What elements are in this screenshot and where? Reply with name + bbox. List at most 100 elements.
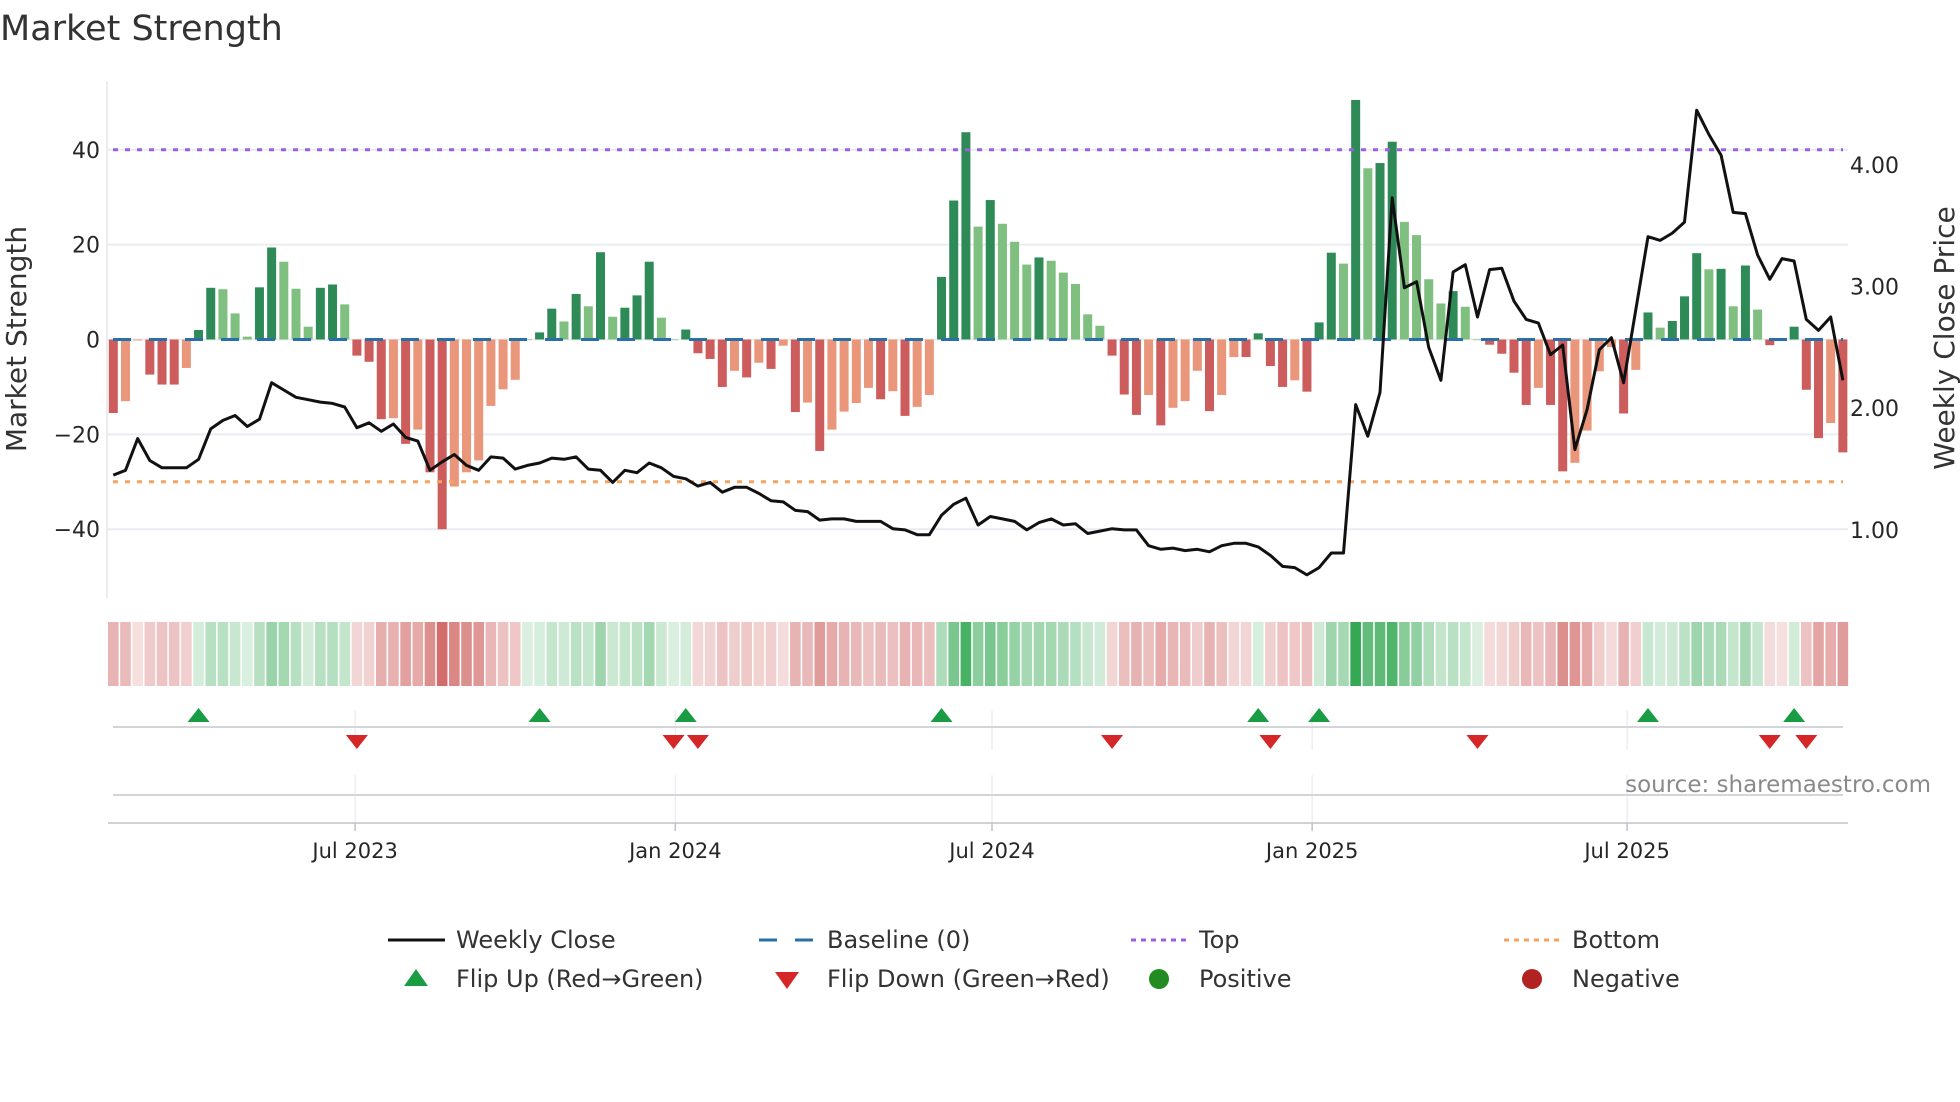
strength-bar [1375,163,1385,340]
left-tick-label: −40 [54,518,100,543]
strength-bar [315,287,325,340]
strength-bar [876,339,886,400]
strength-bar [1241,339,1251,358]
strength-bar [108,339,118,414]
strength-bar [1058,272,1068,340]
strip-cell [144,622,156,686]
strip-cell [704,622,716,686]
strength-bar [961,132,971,340]
strip-cell [388,622,399,686]
strip-cell [1252,622,1264,686]
strength-bar [498,339,508,390]
flip-up-marker [674,708,697,722]
strip-cell [315,622,326,686]
strip-cell [485,622,497,686]
strength-bar [571,293,581,340]
strength-bar [1692,253,1702,340]
strength-bar [279,261,289,340]
strength-bar [803,339,813,403]
strip-cell [583,622,594,686]
strength-bar [535,332,545,340]
flip-up-marker [1247,708,1270,722]
strength-bar [169,339,179,385]
main-plot-area: −40 −20 0 20 40 1.00 2.00 3.00 4.00 Market Stre… [0,81,1960,598]
market-strength-chart: Market Strength −40 −20 0 20 40 1.00 2.00 3.00… [0,9,1960,993]
strip-cell [765,622,777,686]
strip-cell [400,622,411,686]
strip-cell [1606,622,1617,686]
strength-bar [133,339,143,341]
strip-cell [1776,622,1788,686]
strip-cell [1326,622,1337,686]
strip-cell [1070,622,1081,686]
strength-bar [620,307,630,340]
strip-cell [522,622,533,686]
strip-cell [254,622,265,686]
strength-bar [1010,241,1020,340]
strength-bar [583,306,593,340]
x-axis-ticks: Jul 2023 Jan 2024 Jul 2024 Jan 2025 Jul 2025 [310,823,1670,863]
strip-cell [814,622,826,686]
strip-cell [936,622,947,686]
x-tick-label: Jul 2024 [947,839,1034,863]
strip-cell [363,622,375,686]
strength-bar [949,200,959,340]
strip-cell [1216,622,1227,686]
strength-bar [1107,339,1117,356]
strip-cell [1106,622,1118,686]
strip-cell [850,622,862,686]
strip-cell [1618,622,1629,686]
x-tick-label: Jan 2024 [627,839,722,863]
strip-cell [984,622,996,686]
legend-label: Baseline (0) [827,926,970,954]
left-axis-ticks: −40 −20 0 20 40 [54,139,100,543]
circle-negative-icon [1522,969,1542,989]
legend-label: Top [1198,926,1240,954]
strength-bar [839,339,849,412]
strip-cell [875,622,886,686]
strength-bar [729,339,739,371]
strength-bar [1265,339,1275,367]
legend-item-triangle-down: Flip Down (Green→Red) [775,965,1110,993]
right-axis-label: Weekly Close Price [1928,206,1960,469]
strip-cell [461,622,472,686]
strip-cell [424,622,436,686]
strength-bar [474,339,484,461]
strength-bar [937,276,947,340]
strength-bar [1801,339,1811,390]
strength-bar [1302,339,1312,392]
strength-bar [267,247,277,340]
strip-cell [290,622,302,686]
strip-cell [1533,622,1544,686]
strength-bar [1789,326,1799,340]
strip-cell [1472,622,1483,686]
flip-up-marker [187,708,210,722]
legend-label: Weekly Close [456,926,616,954]
legend-item-triangle-up: Flip Up (Red→Green) [404,965,704,993]
strip-cell [1131,622,1142,686]
strength-bar [425,339,435,473]
strength-heat-strip [108,622,1849,686]
strength-bar [656,317,666,340]
strip-cell [1399,622,1410,686]
strip-cell [1727,622,1739,686]
strip-cell [1143,622,1154,686]
strip-cell [1764,622,1776,686]
strength-bar [1022,264,1032,340]
strip-cell [156,622,168,686]
strength-bar [230,313,240,340]
strength-bar [705,339,715,359]
strip-cell [1752,622,1763,686]
strip-cell [1021,622,1033,686]
strip-cell [266,622,277,686]
flip-up-marker [1783,708,1806,722]
strip-cell [205,622,217,686]
strip-cell [278,622,290,686]
strength-bar [1497,339,1507,354]
strip-cell [911,622,923,686]
strength-bar [851,339,861,404]
strength-bar [1472,339,1482,341]
flip-down-marker [1795,735,1818,749]
triangle-up-icon [404,969,428,986]
strip-cell [1813,622,1824,686]
